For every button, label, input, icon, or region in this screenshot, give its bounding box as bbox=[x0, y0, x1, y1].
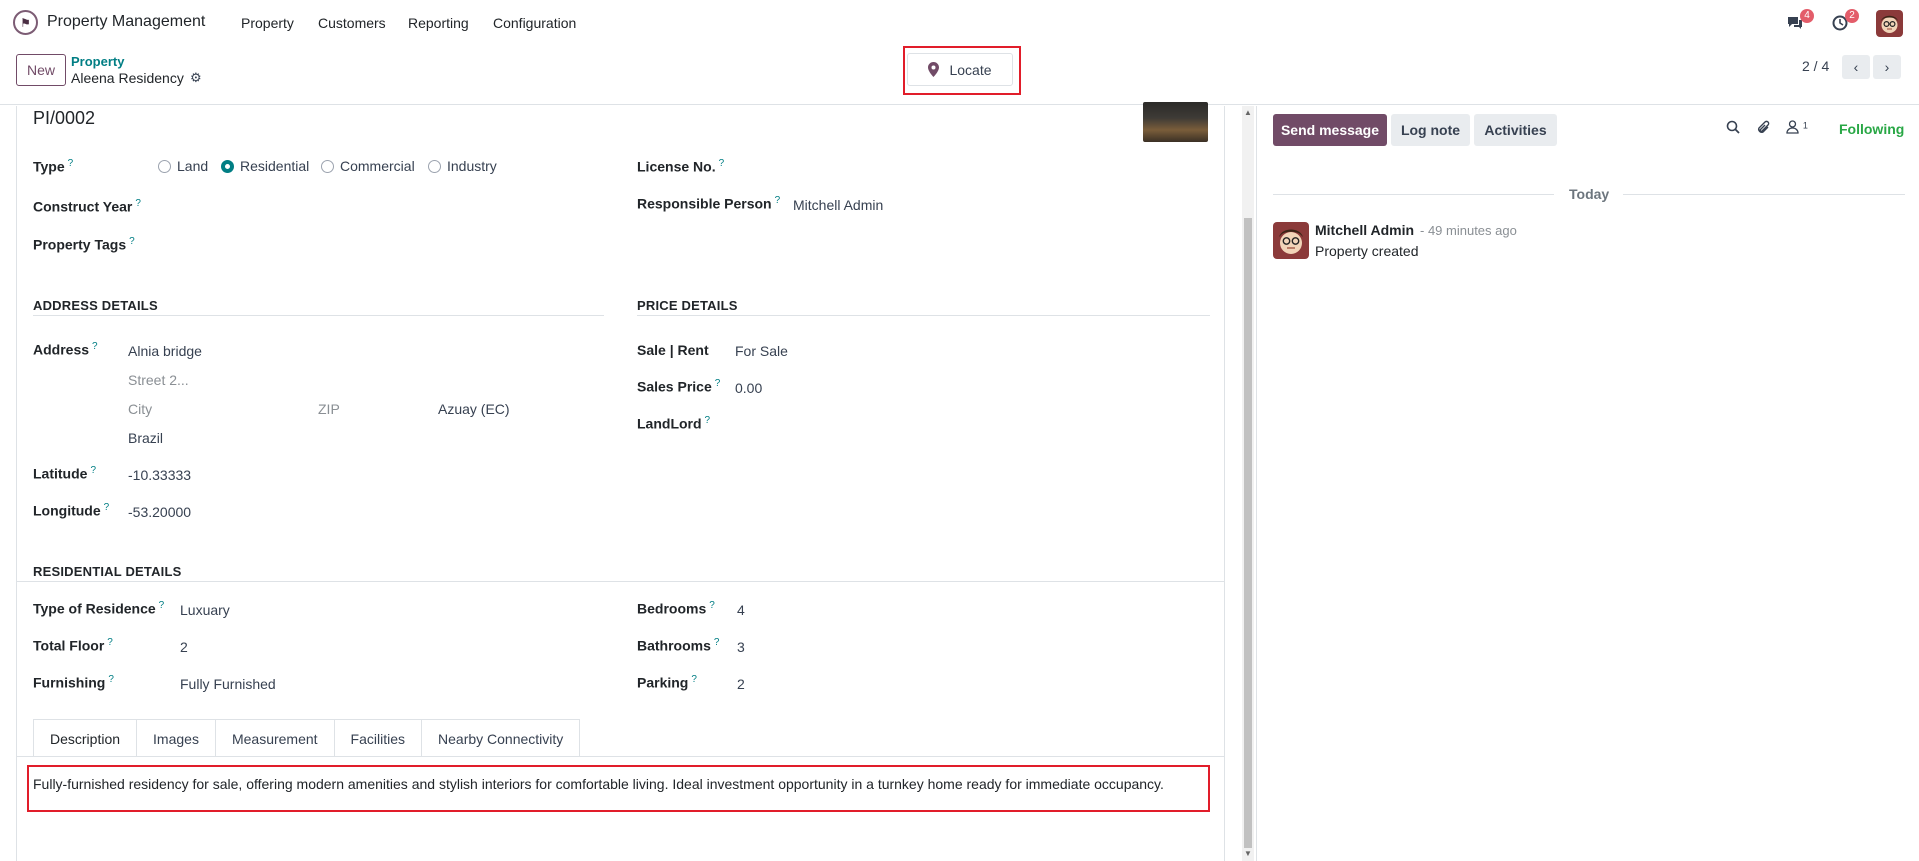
log-note-button[interactable]: Log note bbox=[1391, 114, 1470, 146]
residence-type-label: Type of Residence? bbox=[33, 600, 165, 617]
scroll-up-icon[interactable]: ▲ bbox=[1244, 108, 1252, 117]
locate-label: Locate bbox=[949, 61, 992, 78]
tab-nearby-connectivity[interactable]: Nearby Connectivity bbox=[422, 719, 581, 757]
bathrooms-field[interactable]: 3 bbox=[737, 639, 745, 655]
bathrooms-label: Bathrooms? bbox=[637, 637, 720, 654]
type-label: Type? bbox=[33, 158, 74, 175]
app-logo-icon[interactable]: ⚑ bbox=[13, 10, 38, 35]
menu-customers[interactable]: Customers bbox=[318, 15, 386, 31]
sales-price-label: Sales Price? bbox=[637, 378, 721, 395]
form-scroll-thumb[interactable] bbox=[1244, 218, 1252, 848]
street-field[interactable]: Alnia bridge bbox=[128, 343, 202, 359]
address-divider bbox=[33, 315, 604, 316]
description-field[interactable]: Fully-furnished residency for sale, offe… bbox=[33, 776, 1164, 792]
pager-value[interactable]: 2 / 4 bbox=[1802, 58, 1829, 74]
search-icon[interactable] bbox=[1726, 120, 1740, 137]
breadcrumb-parent[interactable]: Property bbox=[71, 54, 124, 69]
menu-property[interactable]: Property bbox=[241, 15, 294, 31]
chatter-divider bbox=[1256, 106, 1257, 861]
address-details-heading: ADDRESS DETAILS bbox=[33, 298, 158, 313]
property-reference[interactable]: PI/0002 bbox=[33, 108, 95, 129]
menu-reporting[interactable]: Reporting bbox=[408, 15, 469, 31]
following-button[interactable]: Following bbox=[1839, 121, 1904, 137]
bedrooms-label: Bedrooms? bbox=[637, 600, 715, 617]
street2-field[interactable]: Street 2... bbox=[128, 372, 189, 388]
property-tags-label: Property Tags? bbox=[33, 236, 135, 253]
parking-field[interactable]: 2 bbox=[737, 676, 745, 692]
tab-facilities[interactable]: Facilities bbox=[334, 719, 423, 757]
activities-button[interactable]: Activities bbox=[1474, 114, 1557, 146]
residence-type-field[interactable]: Luxuary bbox=[180, 602, 230, 618]
tab-measurement[interactable]: Measurement bbox=[215, 719, 335, 757]
residential-details-heading: RESIDENTIAL DETAILS bbox=[33, 564, 182, 579]
pager-next-icon[interactable]: › bbox=[1873, 55, 1901, 79]
user-avatar[interactable] bbox=[1876, 10, 1903, 37]
message-author-avatar[interactable] bbox=[1273, 222, 1309, 259]
total-floor-label: Total Floor? bbox=[33, 637, 113, 654]
landlord-label: LandLord? bbox=[637, 415, 711, 432]
tab-description[interactable]: Description bbox=[33, 719, 138, 757]
construct-year-label: Construct Year? bbox=[33, 198, 141, 215]
message-timestamp: - 49 minutes ago bbox=[1420, 223, 1517, 238]
responsible-person-label: Responsible Person? bbox=[637, 195, 781, 212]
messages-badge: 4 bbox=[1800, 9, 1814, 23]
scroll-down-icon[interactable]: ▼ bbox=[1244, 849, 1252, 858]
address-label: Address? bbox=[33, 341, 98, 358]
followers-count: 1 bbox=[1802, 120, 1808, 131]
price-divider bbox=[637, 315, 1210, 316]
longitude-field[interactable]: -53.20000 bbox=[128, 504, 191, 520]
today-divider-left bbox=[1273, 194, 1554, 195]
total-floor-field[interactable]: 2 bbox=[180, 639, 188, 655]
gear-icon[interactable]: ⚙ bbox=[190, 70, 202, 86]
furnishing-label: Furnishing? bbox=[33, 674, 114, 691]
tab-images[interactable]: Images bbox=[137, 719, 216, 757]
message-author[interactable]: Mitchell Admin bbox=[1315, 222, 1414, 238]
type-option-industry[interactable]: Industry bbox=[428, 158, 497, 174]
notebook-tabs: Description Images Measurement Facilitie… bbox=[33, 719, 581, 757]
messages-icon[interactable]: 4 bbox=[1784, 9, 1814, 34]
longitude-label: Longitude? bbox=[33, 502, 110, 519]
residential-divider bbox=[17, 581, 1224, 582]
activities-badge: 2 bbox=[1845, 9, 1859, 23]
control-panel: New Property Aleena Residency ⚙ Locate 2… bbox=[0, 46, 1919, 105]
city-field[interactable]: City bbox=[128, 401, 152, 417]
license-label: License No.? bbox=[637, 158, 725, 175]
country-field[interactable]: Brazil bbox=[128, 430, 163, 446]
map-pin-icon bbox=[928, 62, 940, 77]
type-option-residential[interactable]: Residential bbox=[221, 158, 309, 174]
parking-label: Parking? bbox=[637, 674, 697, 691]
followers-icon[interactable]: 1 bbox=[1786, 120, 1808, 137]
latitude-label: Latitude? bbox=[33, 465, 97, 482]
zip-field[interactable]: ZIP bbox=[318, 401, 340, 417]
bedrooms-field[interactable]: 4 bbox=[737, 602, 745, 618]
breadcrumb-current: Aleena Residency bbox=[71, 70, 184, 86]
new-button[interactable]: New bbox=[16, 54, 66, 86]
locate-button[interactable]: Locate bbox=[907, 53, 1013, 86]
today-separator: Today bbox=[1569, 186, 1610, 202]
app-name[interactable]: Property Management bbox=[47, 13, 205, 31]
furnishing-field[interactable]: Fully Furnished bbox=[180, 676, 276, 692]
pager-previous-icon[interactable]: ‹ bbox=[1842, 55, 1870, 79]
today-divider-right bbox=[1623, 194, 1905, 195]
sale-rent-field[interactable]: For Sale bbox=[735, 343, 788, 359]
latitude-field[interactable]: -10.33333 bbox=[128, 467, 191, 483]
tab-underline bbox=[17, 756, 1224, 757]
price-details-heading: PRICE DETAILS bbox=[637, 298, 738, 313]
property-image[interactable] bbox=[1143, 102, 1208, 142]
menu-configuration[interactable]: Configuration bbox=[493, 15, 576, 31]
paperclip-icon[interactable] bbox=[1757, 120, 1771, 138]
type-option-commercial[interactable]: Commercial bbox=[321, 158, 415, 174]
sale-rent-label: Sale | Rent bbox=[637, 342, 709, 358]
activities-clock-icon[interactable]: 2 bbox=[1829, 9, 1859, 34]
responsible-person-field[interactable]: Mitchell Admin bbox=[793, 197, 883, 213]
sales-price-field[interactable]: 0.00 bbox=[735, 380, 762, 396]
type-option-land[interactable]: Land bbox=[158, 158, 208, 174]
send-message-button[interactable]: Send message bbox=[1273, 114, 1387, 146]
state-field[interactable]: Azuay (EC) bbox=[438, 401, 510, 417]
message-body: Property created bbox=[1315, 243, 1419, 259]
top-navbar: ⚑ Property Management Property Customers… bbox=[0, 0, 1919, 46]
